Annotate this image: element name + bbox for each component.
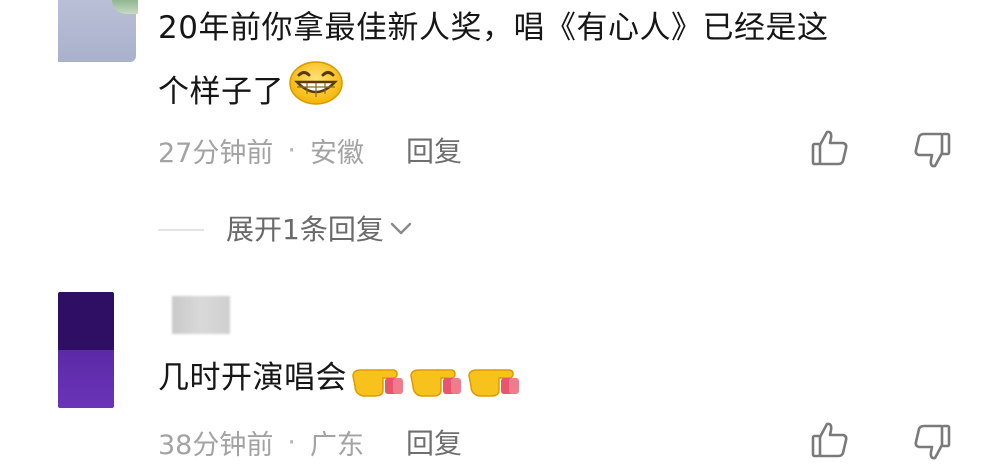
meta-separator: · bbox=[287, 426, 296, 458]
thumbs-up-icon[interactable] bbox=[810, 128, 850, 168]
comment-meta: 38分钟前 · 广东 回复 bbox=[158, 422, 462, 462]
grinning-face-emoji bbox=[288, 60, 344, 124]
thumbs-down-icon[interactable] bbox=[912, 130, 952, 170]
expand-replies-button[interactable]: 展开1条回复 bbox=[226, 208, 414, 248]
comment-meta: 27分钟前 · 安徽 回复 bbox=[158, 130, 462, 170]
reply-button[interactable]: 回复 bbox=[406, 422, 462, 462]
thumbs-down-icon[interactable] bbox=[912, 422, 952, 462]
pointing-hand-emoji bbox=[410, 369, 461, 397]
comment-text-line2: 个样子了 bbox=[158, 74, 284, 110]
comment-text-body: 几时开演唱会 bbox=[158, 360, 347, 396]
reply-button[interactable]: 回复 bbox=[406, 130, 462, 170]
username-blurred[interactable] bbox=[172, 296, 230, 334]
pointing-hand-emoji bbox=[468, 369, 519, 397]
chevron-down-icon bbox=[384, 218, 414, 238]
comment-text: 几时开演唱会 bbox=[158, 350, 523, 406]
meta-separator: · bbox=[287, 134, 296, 166]
comment-time: 27分钟前 bbox=[158, 137, 274, 169]
comment-text: 20年前你拿最佳新人奖，唱《有心人》已经是这 bbox=[158, 10, 829, 46]
expand-replies-label: 展开1条回复 bbox=[226, 213, 384, 246]
pointing-hand-emoji bbox=[352, 369, 403, 397]
comment-time: 38分钟前 bbox=[158, 429, 274, 461]
replies-divider bbox=[158, 229, 204, 231]
comment-location: 广东 bbox=[309, 429, 364, 461]
comment-location: 安徽 bbox=[309, 137, 364, 169]
comment-text-continued: 个样子了 bbox=[158, 60, 344, 124]
thumbs-up-icon[interactable] bbox=[810, 420, 850, 460]
commenter-avatar[interactable] bbox=[58, 292, 114, 408]
